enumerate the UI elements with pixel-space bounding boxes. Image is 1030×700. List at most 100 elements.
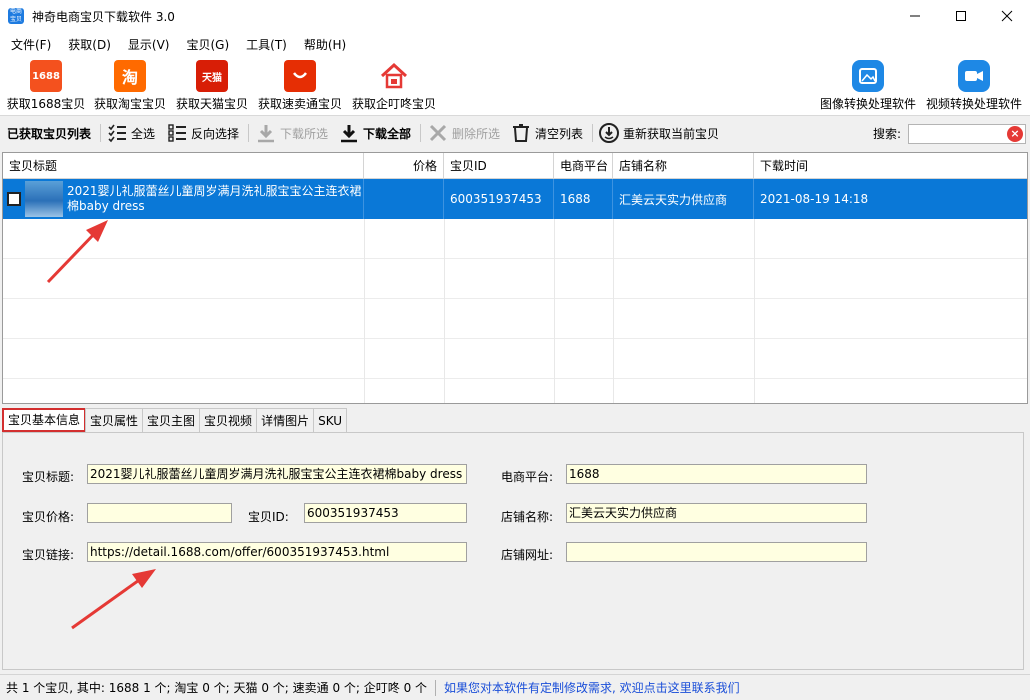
col-time[interactable]: 下载时间 <box>754 153 1027 179</box>
menu-tools[interactable]: 工具(T) <box>235 36 293 53</box>
table-header: 宝贝标题 价格 宝贝ID 电商平台 店铺名称 下载时间 <box>3 153 1027 179</box>
col-price[interactable]: 价格 <box>364 153 444 179</box>
select-all-button[interactable]: 全选 <box>106 122 155 144</box>
status-bar: 共 1 个宝贝, 其中: 1688 1 个; 淘宝 0 个; 天猫 0 个; 速… <box>0 674 1030 700</box>
row-checkbox[interactable] <box>7 192 21 206</box>
toolbar-divider <box>248 124 249 142</box>
platform-field[interactable]: 1688 <box>566 464 867 484</box>
fetch-1688-button[interactable]: 1688 获取1688宝贝 <box>6 60 86 114</box>
minimize-icon <box>910 15 920 17</box>
clear-search-icon[interactable]: × <box>1007 126 1023 142</box>
toolbar-divider <box>420 124 421 142</box>
menu-view[interactable]: 显示(V) <box>117 36 176 53</box>
download-icon <box>338 122 360 144</box>
menu-file[interactable]: 文件(F) <box>0 36 57 53</box>
1688-icon: 1688 <box>30 60 62 92</box>
empty-row <box>3 299 1027 339</box>
fetch-tmall-button[interactable]: 天猫 获取天猫宝贝 <box>174 60 250 114</box>
clear-list-label: 清空列表 <box>535 126 584 141</box>
price-field[interactable] <box>87 503 232 523</box>
invert-select-label: 反向选择 <box>191 126 240 141</box>
menu-fetch[interactable]: 获取(D) <box>57 36 117 53</box>
main-toolbar: 1688 获取1688宝贝 淘 获取淘宝宝贝 天猫 获取天猫宝贝 获取速卖通宝贝… <box>0 56 1030 116</box>
menu-item-goods[interactable]: 宝贝(G) <box>175 36 235 53</box>
id-field[interactable]: 600351937453 <box>304 503 467 523</box>
id-field-label: 宝贝ID: <box>248 510 289 524</box>
cell-id: 600351937453 <box>444 179 554 219</box>
shop-field[interactable]: 汇美云天实力供应商 <box>566 503 867 523</box>
image-tool-label: 图像转换处理软件 <box>819 97 916 111</box>
list-title: 已获取宝贝列表 <box>7 126 92 141</box>
shopping-bag-icon <box>293 72 307 79</box>
house-icon <box>380 62 408 89</box>
camera-icon <box>965 71 983 81</box>
tab-detail-images[interactable]: 详情图片 <box>256 408 315 432</box>
download-all-button[interactable]: 下载全部 <box>338 122 411 144</box>
close-button[interactable] <box>984 0 1030 32</box>
row-title-text: 2021婴儿礼服蕾丝儿童周岁满月洗礼服宝宝公主连衣裙棉baby dress <box>67 184 362 213</box>
tab-main-images[interactable]: 宝贝主图 <box>142 408 201 432</box>
fetch-1688-label: 获取1688宝贝 <box>6 97 86 111</box>
tab-video[interactable]: 宝贝视频 <box>199 408 258 432</box>
fetch-taobao-button[interactable]: 淘 获取淘宝宝贝 <box>92 60 168 114</box>
video-tool-label: 视频转换处理软件 <box>925 97 1022 111</box>
menu-help[interactable]: 帮助(H) <box>293 36 352 53</box>
menu-bar: 文件(F) 获取(D) 显示(V) 宝贝(G) 工具(T) 帮助(H) <box>0 32 1030 56</box>
col-shop[interactable]: 店铺名称 <box>613 153 754 179</box>
grid-line <box>444 219 445 403</box>
search-input[interactable]: × <box>908 124 1026 144</box>
link-field[interactable]: https://detail.1688.com/offer/6003519374… <box>87 542 467 562</box>
cell-price <box>364 179 444 219</box>
toolbar-divider <box>592 124 593 142</box>
image-tool-button[interactable]: 图像转换处理软件 <box>818 60 918 114</box>
tab-attributes[interactable]: 宝贝属性 <box>85 408 144 432</box>
shop-url-field[interactable] <box>566 542 867 562</box>
download-all-label: 下载全部 <box>363 126 412 141</box>
list-toolbar: 已获取宝贝列表 全选 反向选择 下载所选 下载全部 删除所选 清空列表 重新获取… <box>0 118 1030 148</box>
col-title[interactable]: 宝贝标题 <box>3 153 364 179</box>
col-platform[interactable]: 电商平台 <box>554 153 613 179</box>
contact-link[interactable]: 如果您对本软件有定制修改需求, 欢迎点击这里联系我们 <box>444 679 740 696</box>
goods-table: 宝贝标题 价格 宝贝ID 电商平台 店铺名称 下载时间 2021婴儿礼服蕾丝儿童… <box>2 152 1028 404</box>
image-icon <box>852 60 884 92</box>
fetch-taobao-label: 获取淘宝宝贝 <box>93 97 166 111</box>
table-row[interactable]: 2021婴儿礼服蕾丝儿童周岁满月洗礼服宝宝公主连衣裙棉baby dress 60… <box>3 179 1027 219</box>
title-field[interactable]: 2021婴儿礼服蕾丝儿童周岁满月洗礼服宝宝公主连衣裙棉baby dress <box>87 464 467 484</box>
delete-selected-button[interactable]: 删除所选 <box>427 122 500 144</box>
grid-line <box>754 219 755 403</box>
product-thumbnail <box>25 181 63 217</box>
clear-list-button[interactable]: 清空列表 <box>510 122 583 144</box>
refetch-button[interactable]: 重新获取当前宝贝 <box>598 122 719 144</box>
taobao-icon: 淘 <box>114 60 146 92</box>
maximize-button[interactable] <box>938 0 984 32</box>
checklist-icon <box>106 122 128 144</box>
fetch-qidd-button[interactable]: 获取企叮咚宝贝 <box>350 60 438 114</box>
tab-sku[interactable]: SKU <box>313 408 348 432</box>
picture-icon <box>859 68 877 84</box>
minimize-button[interactable] <box>892 0 938 32</box>
empty-row <box>3 259 1027 299</box>
cell-time: 2021-08-19 14:18 <box>760 192 869 206</box>
search-label: 搜索: <box>873 126 902 141</box>
window-title: 神奇电商宝贝下载软件 3.0 <box>32 9 175 24</box>
invert-select-button[interactable]: 反向选择 <box>166 122 239 144</box>
video-tool-button[interactable]: 视频转换处理软件 <box>924 60 1024 114</box>
fetch-aliexpress-button[interactable]: 获取速卖通宝贝 <box>256 60 344 114</box>
col-id[interactable]: 宝贝ID <box>444 153 554 179</box>
download-selected-button[interactable]: 下载所选 <box>255 122 328 144</box>
tab-basic-info[interactable]: 宝贝基本信息 <box>2 408 87 432</box>
shop-url-field-label: 店铺网址: <box>501 548 554 562</box>
trash-icon <box>510 122 532 144</box>
link-field-label: 宝贝链接: <box>22 548 75 562</box>
platform-field-label: 电商平台: <box>501 470 554 484</box>
cell-title: 2021婴儿礼服蕾丝儿童周岁满月洗礼服宝宝公主连衣裙棉baby dress <box>3 179 364 219</box>
refetch-label: 重新获取当前宝贝 <box>623 126 720 141</box>
select-all-label: 全选 <box>131 126 156 141</box>
app-icon: 电商宝贝 <box>8 8 24 24</box>
grid-line <box>364 219 365 403</box>
fetch-aliexpress-label: 获取速卖通宝贝 <box>257 97 342 111</box>
close-icon <box>1001 10 1013 22</box>
list-icon <box>166 122 188 144</box>
fetch-qidd-label: 获取企叮咚宝贝 <box>351 97 436 111</box>
status-summary: 共 1 个宝贝, 其中: 1688 1 个; 淘宝 0 个; 天猫 0 个; 速… <box>6 681 428 695</box>
